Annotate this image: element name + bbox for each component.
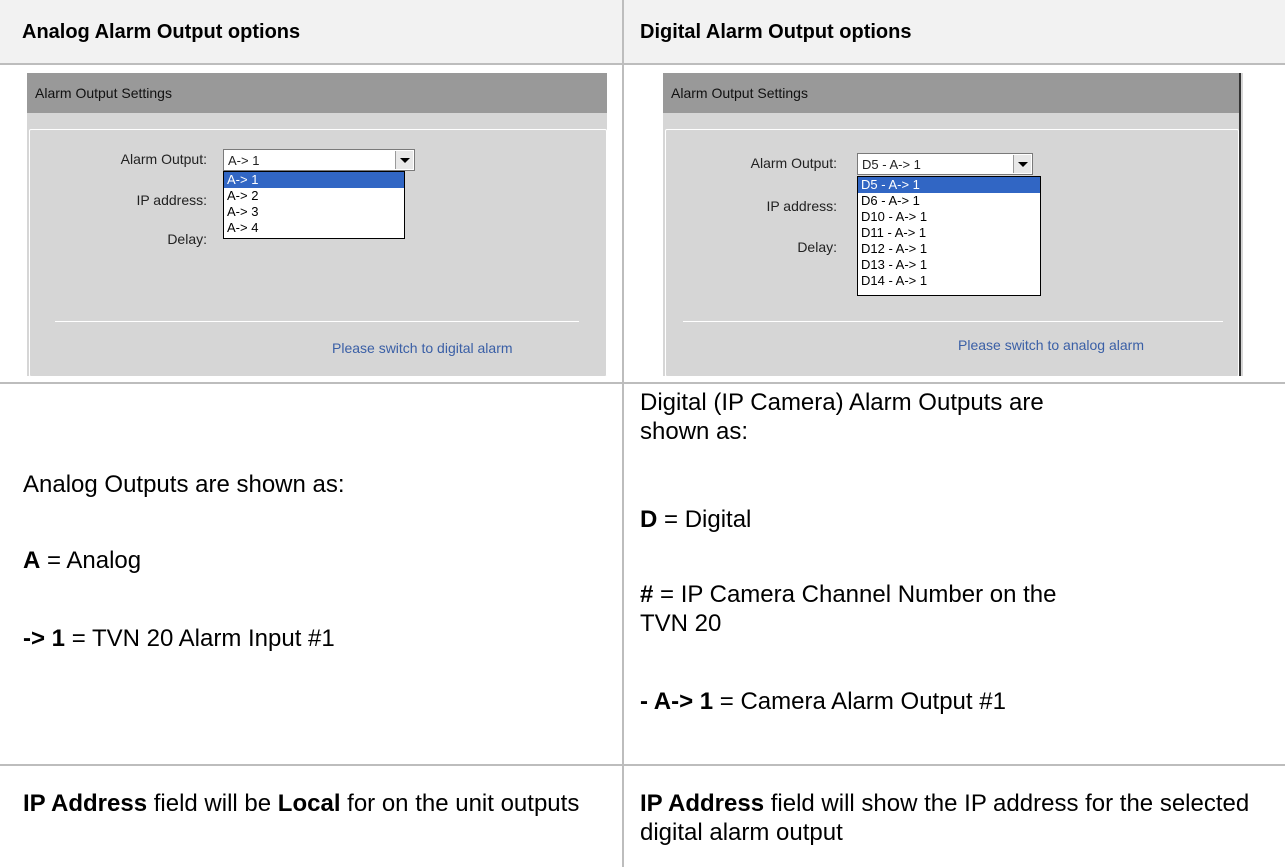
dropdown-option[interactable]: D12 - A-> 1 bbox=[858, 241, 1040, 257]
digital-alarm-settings-panel: Alarm Output Settings Alarm Output: IP a… bbox=[663, 73, 1243, 376]
digital-key-hash: # = IP Camera Channel Number on the TVN … bbox=[640, 580, 1080, 638]
switch-to-analog-link[interactable]: Please switch to analog alarm bbox=[958, 337, 1144, 353]
separator bbox=[55, 321, 579, 322]
key-arrow-desc: = TVN 20 Alarm Input #1 bbox=[65, 625, 335, 652]
row-divider bbox=[0, 764, 1285, 766]
local-term: Local bbox=[277, 790, 341, 817]
dropdown-option[interactable]: D14 - A-> 1 bbox=[858, 273, 1040, 289]
panel-title: Alarm Output Settings bbox=[35, 85, 172, 101]
dropdown-option[interactable]: A-> 3 bbox=[224, 204, 404, 220]
note-text: field will be bbox=[147, 790, 278, 817]
digital-ip-note: IP Address field will show the IP addres… bbox=[640, 789, 1280, 847]
chevron-down-icon[interactable] bbox=[1013, 155, 1031, 173]
key-a-desc: = Camera Alarm Output #1 bbox=[713, 688, 1006, 715]
key-arrow: -> 1 bbox=[23, 625, 66, 652]
panel-title: Alarm Output Settings bbox=[671, 85, 808, 101]
ip-address-term: IP Address bbox=[23, 790, 148, 817]
digital-intro: Digital (IP Camera) Alarm Outputs are sh… bbox=[640, 389, 1044, 445]
digital-key-d: D = Digital bbox=[640, 505, 751, 534]
key-a-desc: = Analog bbox=[40, 547, 142, 574]
analog-intro: Analog Outputs are shown as: bbox=[23, 471, 345, 498]
dropdown-option[interactable]: A-> 4 bbox=[224, 220, 404, 236]
panel-titlebar: Alarm Output Settings bbox=[27, 73, 607, 113]
note-text: for on the unit outputs bbox=[340, 790, 580, 817]
delay-label: Delay: bbox=[167, 231, 207, 247]
key-d: D bbox=[640, 506, 658, 533]
analog-ip-note: IP Address field will be Local for on th… bbox=[23, 789, 613, 818]
analog-alarm-settings-panel: Alarm Output Settings Alarm Output: IP a… bbox=[27, 73, 607, 376]
alarm-output-select[interactable]: D5 - A-> 1 bbox=[857, 153, 1033, 175]
alarm-output-label: Alarm Output: bbox=[120, 151, 207, 167]
panel-titlebar: Alarm Output Settings bbox=[663, 73, 1239, 113]
dropdown-option[interactable]: A-> 2 bbox=[224, 188, 404, 204]
row-divider bbox=[0, 382, 1285, 384]
separator bbox=[683, 321, 1223, 322]
analog-header-cell: Analog Alarm Output options bbox=[0, 0, 622, 63]
select-value: A-> 1 bbox=[228, 153, 260, 168]
key-hash-desc: = IP Camera Channel Number on the TVN 20 bbox=[640, 581, 1057, 637]
delay-label: Delay: bbox=[797, 239, 837, 255]
ip-address-label: IP address: bbox=[136, 192, 207, 208]
panel-right-border bbox=[1239, 73, 1241, 376]
analog-key-a: A = Analog bbox=[23, 546, 141, 575]
alarm-output-label: Alarm Output: bbox=[750, 155, 837, 171]
chevron-down-icon[interactable] bbox=[395, 151, 413, 169]
alarm-output-select[interactable]: A-> 1 bbox=[223, 149, 415, 171]
ip-address-term: IP Address bbox=[640, 790, 765, 817]
dropdown-option[interactable]: D6 - A-> 1 bbox=[858, 193, 1040, 209]
dropdown-option[interactable]: A-> 1 bbox=[224, 172, 404, 188]
switch-to-digital-link[interactable]: Please switch to digital alarm bbox=[332, 340, 513, 356]
ip-address-label: IP address: bbox=[766, 198, 837, 214]
alarm-output-dropdown-list[interactable]: A-> 1 A-> 2 A-> 3 A-> 4 bbox=[223, 171, 405, 239]
dropdown-option[interactable]: D10 - A-> 1 bbox=[858, 209, 1040, 225]
dropdown-option[interactable]: D13 - A-> 1 bbox=[858, 257, 1040, 273]
select-value: D5 - A-> 1 bbox=[862, 157, 921, 172]
key-a: A bbox=[23, 547, 41, 574]
dropdown-option[interactable]: D5 - A-> 1 bbox=[858, 177, 1040, 193]
key-hash: # bbox=[640, 581, 654, 608]
analog-key-arrow: -> 1 = TVN 20 Alarm Input #1 bbox=[23, 624, 335, 653]
key-d-desc: = Digital bbox=[657, 506, 752, 533]
digital-header: Digital Alarm Output options bbox=[640, 21, 912, 43]
row-divider bbox=[0, 63, 1285, 65]
digital-key-a: - A-> 1 = Camera Alarm Output #1 bbox=[640, 687, 1006, 716]
digital-header-cell: Digital Alarm Output options bbox=[624, 0, 1285, 63]
analog-header: Analog Alarm Output options bbox=[22, 21, 301, 43]
column-divider bbox=[622, 0, 624, 867]
alarm-output-dropdown-list[interactable]: D5 - A-> 1 D6 - A-> 1 D10 - A-> 1 D11 - A->… bbox=[857, 176, 1041, 296]
key-a: - A-> 1 bbox=[640, 688, 714, 715]
dropdown-option[interactable]: D11 - A-> 1 bbox=[858, 225, 1040, 241]
